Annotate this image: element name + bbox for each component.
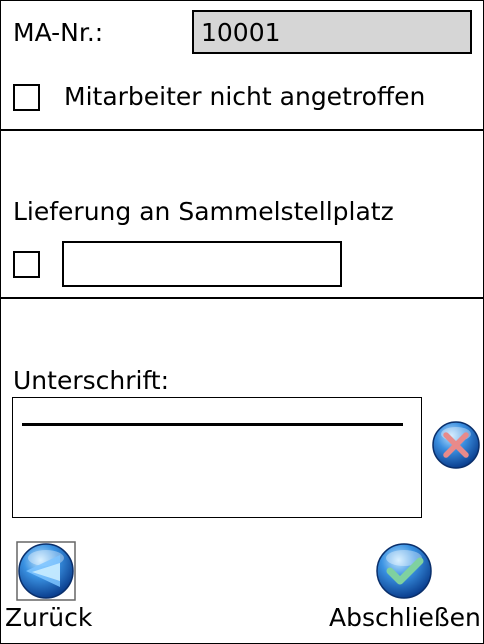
checkmark-icon (376, 543, 432, 599)
delivery-location-input[interactable] (62, 241, 342, 287)
signature-pad[interactable] (12, 397, 422, 518)
not-met-label: Mitarbeiter nicht angetroffen (64, 82, 426, 111)
clear-signature-button[interactable] (431, 420, 481, 470)
employee-number-field[interactable] (192, 10, 472, 54)
employee-number-label: MA-Nr.: (13, 18, 104, 47)
back-button[interactable] (16, 541, 76, 601)
signature-stroke (22, 423, 403, 426)
delivery-checkbox[interactable] (13, 251, 40, 278)
not-met-checkbox[interactable] (13, 84, 40, 111)
delivery-title: Lieferung an Sammelstellplatz (13, 197, 394, 226)
back-button-label[interactable]: Zurück (5, 603, 92, 633)
clear-signature-icon (432, 421, 480, 469)
finish-button-label[interactable]: Abschließen (329, 603, 481, 633)
finish-button[interactable] (374, 541, 434, 601)
back-arrow-icon (16, 541, 76, 601)
section-divider (1, 297, 483, 299)
section-divider (1, 129, 483, 131)
signature-label: Unterschrift: (13, 366, 170, 395)
